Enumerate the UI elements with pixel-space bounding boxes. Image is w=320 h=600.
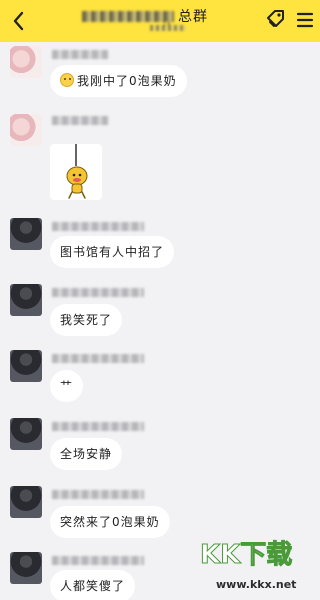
blurred-sender-name [52,50,108,59]
chat-message [0,108,320,208]
message-bubble[interactable]: 我笑死了 [50,304,123,336]
message-text: 我笑死了 [60,313,113,327]
chat-message: 我笑死了 [0,280,320,340]
avatar[interactable] [10,114,42,146]
chat-message: 艹 [0,346,320,406]
message-text: 全场安静 [60,447,113,461]
avatar[interactable] [10,552,42,584]
watermark-text: KK下载 [199,540,293,571]
message-text: 突然来了0泡果奶 [60,515,160,529]
monkey-sticker-icon [66,144,88,199]
blurred-title-text [82,11,174,22]
message-bubble[interactable]: 全场安静 [50,438,123,470]
message-text: 人都笑傻了 [60,579,126,593]
message-bubble[interactable]: 人都笑傻了 [50,570,136,600]
monkey-sticker[interactable] [50,144,102,200]
group-title-suffix: 总群 [178,9,208,25]
blurred-sender-name [52,222,144,231]
avatar[interactable] [10,46,42,78]
blurred-sender-name [52,354,144,363]
blurred-sender-name [52,288,144,297]
menu-icon[interactable] [294,9,316,31]
avatar[interactable] [10,218,42,250]
chat-message: 我刚中了0泡果奶 [0,44,320,104]
avatar[interactable] [10,284,42,316]
avatar[interactable] [10,418,42,450]
avatar[interactable] [10,350,42,382]
message-bubble[interactable]: 突然来了0泡果奶 [50,506,170,538]
blurred-sender-name [52,556,144,565]
message-bubble[interactable]: 我刚中了0泡果奶 [50,65,187,97]
chat-message: 图书馆有人中招了 [0,214,320,274]
blurred-sender-name [52,422,144,431]
group-subtitle-text: 14 [162,20,171,28]
tag-icon[interactable] [264,9,286,31]
avatar[interactable] [10,486,42,518]
watermark-url: www.kkx.net [216,578,297,591]
chat-message: 全场安静 [0,414,320,474]
smile-emoji-icon [60,73,74,87]
message-bubble[interactable]: 艹 [50,370,84,402]
blurred-sender-name [52,490,144,499]
message-text: 我刚中了0泡果奶 [77,74,177,88]
message-bubble[interactable]: 图书馆有人中招了 [50,236,175,268]
back-icon[interactable] [8,8,30,34]
message-text: 图书馆有人中招了 [60,245,165,259]
group-title: 总群 14 [82,6,232,36]
watermark: KK下载 www.kkx.net [199,532,318,600]
chat-header: 总群 14 [0,0,320,42]
blurred-sender-name [52,116,108,125]
message-text: 艹 [60,379,74,393]
group-subtitle: 14 [150,20,186,31]
